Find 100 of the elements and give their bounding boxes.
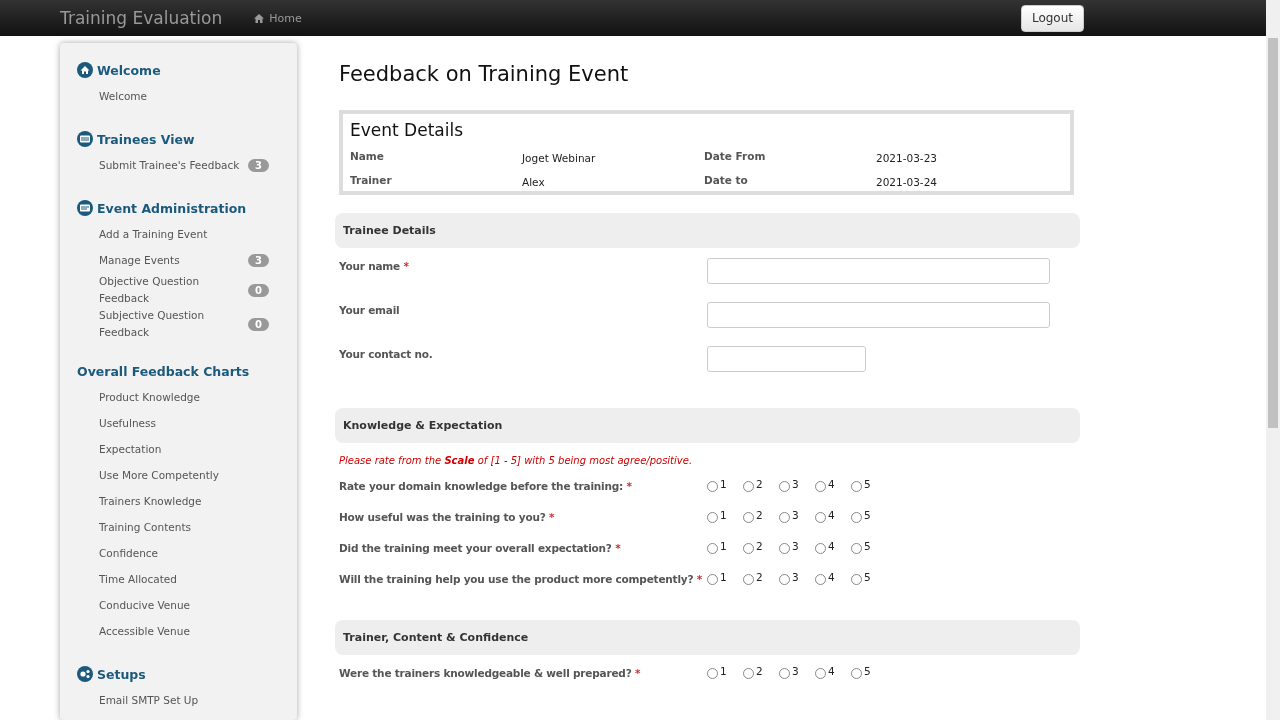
menu-item[interactable]: Accessible Venue [99, 622, 190, 640]
menu-item[interactable]: Objective Question Feedback [99, 273, 247, 307]
radio-button[interactable] [815, 574, 826, 585]
rating-option[interactable]: 1 [707, 571, 743, 585]
instruction-text: Please rate from the Scale of [1 - 5] with 5 being most agree/positive. [338, 454, 694, 468]
logout-button[interactable]: Logout [1020, 4, 1084, 32]
home-icon [77, 62, 93, 78]
menu-item[interactable]: Email SMTP Set Up [99, 691, 199, 709]
radio-button[interactable] [707, 668, 718, 679]
rating-option[interactable]: 1 [707, 478, 743, 492]
radio-button[interactable] [851, 512, 862, 523]
rating-option[interactable]: 3 [779, 509, 815, 523]
rating-option[interactable]: 5 [851, 571, 887, 585]
radio-button[interactable] [815, 543, 826, 554]
rating-option[interactable]: 5 [851, 509, 887, 523]
question-label: Were the trainers knowledgeable & well prepared? * [339, 666, 642, 679]
gears-icon [77, 666, 93, 682]
card-title: Event Details [350, 120, 465, 140]
menu-item[interactable]: Training Contents [99, 518, 191, 536]
rating-option[interactable]: 4 [815, 509, 851, 523]
radio-button[interactable] [815, 668, 826, 679]
menu-item[interactable]: Time Allocated [99, 570, 177, 588]
input-field[interactable] [707, 302, 1050, 328]
rating-option[interactable]: 4 [815, 665, 851, 679]
rating-option[interactable]: 1 [707, 540, 743, 554]
rating-option[interactable]: 2 [743, 571, 779, 585]
radio-button[interactable] [743, 481, 754, 492]
menu-item[interactable]: Add a Training Event [99, 225, 208, 243]
rating-option[interactable]: 2 [743, 665, 779, 679]
radio-button[interactable] [815, 481, 826, 492]
radio-button[interactable] [779, 543, 790, 554]
radio-button[interactable] [743, 574, 754, 585]
radio-button[interactable] [779, 512, 790, 523]
home-icon [254, 13, 265, 23]
rating-option[interactable]: 5 [851, 478, 887, 492]
menu-item[interactable]: Confidence [99, 544, 159, 562]
menu-item[interactable]: Trainers Knowledge [99, 492, 202, 510]
field-label: Date to [704, 174, 749, 188]
rating-option[interactable]: 1 [707, 665, 743, 679]
menu-heading: Overall Feedback Charts [77, 363, 250, 379]
list-icon [77, 131, 93, 147]
field-value: Joget Webinar [522, 151, 597, 164]
input-field[interactable] [707, 346, 866, 372]
menu-item[interactable]: Welcome [99, 87, 148, 105]
radio-button[interactable] [851, 574, 862, 585]
rating-option[interactable]: 2 [743, 509, 779, 523]
rating-option[interactable]: 1 [707, 509, 743, 523]
radio-button[interactable] [743, 512, 754, 523]
field-value: 2021-03-23 [876, 151, 939, 164]
menu-item[interactable]: Submit Trainee's Feedback [99, 156, 240, 174]
count-badge: 0 [248, 317, 269, 331]
rating-option[interactable]: 2 [743, 540, 779, 554]
radio-button[interactable] [779, 481, 790, 492]
radio-button[interactable] [707, 512, 718, 523]
radio-button[interactable] [743, 543, 754, 554]
scrollbar[interactable] [1266, 0, 1280, 720]
radio-button[interactable] [707, 543, 718, 554]
home-link[interactable]: Home [254, 11, 302, 25]
menu-heading: Setups [97, 666, 146, 682]
app-title[interactable]: Training Evaluation [60, 8, 223, 28]
rating-option[interactable]: 5 [851, 540, 887, 554]
rating-option[interactable]: 5 [851, 665, 887, 679]
menu-item[interactable]: Subjective Question Feedback [99, 307, 247, 341]
rating-option[interactable]: 4 [815, 540, 851, 554]
menu-item[interactable]: Conducive Venue [99, 596, 191, 614]
question-label: Your email [339, 303, 401, 316]
menu-item[interactable]: Product Knowledge [99, 388, 200, 406]
rating-option[interactable]: 3 [779, 571, 815, 585]
question-label: Did the training meet your overall expectation? * [339, 541, 622, 554]
rating-option[interactable]: 4 [815, 478, 851, 492]
rating-option[interactable]: 3 [779, 665, 815, 679]
field-value: Alex [522, 175, 546, 188]
count-badge: 3 [248, 253, 269, 267]
scrollbar-thumb[interactable] [1268, 38, 1278, 428]
question-label: How useful was the training to you? * [339, 510, 556, 523]
menu-heading: Event Administration [97, 200, 247, 216]
radio-button[interactable] [779, 574, 790, 585]
radio-button[interactable] [743, 668, 754, 679]
rating-option[interactable]: 4 [815, 571, 851, 585]
rating-option[interactable]: 2 [743, 478, 779, 492]
menu-item[interactable]: Usefulness [99, 414, 156, 432]
field-label: Date From [704, 150, 767, 164]
radio-button[interactable] [707, 481, 718, 492]
field-value: 2021-03-24 [876, 175, 939, 188]
menu-item[interactable]: Use More Competently [99, 466, 219, 484]
radio-button[interactable] [851, 543, 862, 554]
menu-item[interactable]: Manage Events [99, 251, 180, 269]
radio-button[interactable] [851, 668, 862, 679]
radio-button[interactable] [779, 668, 790, 679]
menu-item[interactable]: Expectation [99, 440, 162, 458]
question-label: Your name * [339, 259, 410, 272]
radio-button[interactable] [707, 574, 718, 585]
rating-option[interactable]: 3 [779, 540, 815, 554]
question-label: Your contact no. [339, 347, 434, 360]
count-badge: 3 [248, 158, 269, 172]
radio-button[interactable] [815, 512, 826, 523]
input-field[interactable] [707, 258, 1050, 284]
rating-option[interactable]: 3 [779, 478, 815, 492]
menu-heading: Trainees View [97, 131, 195, 147]
radio-button[interactable] [851, 481, 862, 492]
